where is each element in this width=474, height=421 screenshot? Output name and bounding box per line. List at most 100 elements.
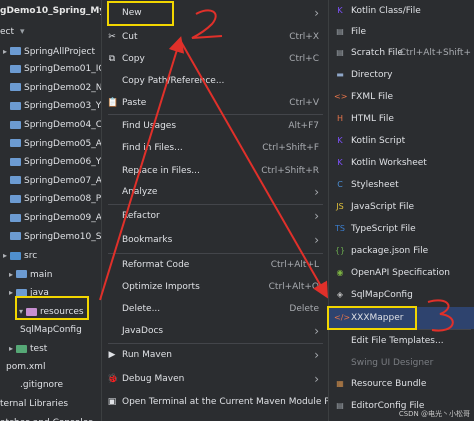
menu-item-bookmarks[interactable]: Bookmarks › — [102, 229, 329, 251]
submenu-item-kotlin-script[interactable]: K Kotlin Script — [329, 130, 474, 152]
folder-icon — [10, 47, 21, 56]
submenu-item-label: package.json File — [351, 246, 429, 256]
submenu-item-resource-bundle[interactable]: ▦ Resource Bundle — [329, 373, 474, 395]
submenu-item-label: Kotlin Class/File — [351, 6, 421, 16]
submenu-arrow-icon: › — [314, 185, 319, 199]
menu-item-label: Optimize Imports — [122, 282, 200, 292]
menu-item-find-in-files[interactable]: Find in Files... Ctrl+Shift+F — [102, 137, 329, 159]
menu-item-label: Find in Files... — [122, 143, 183, 153]
tree-item-label: atches and Consoles — [0, 418, 93, 421]
menu-item-icon: 🐞 — [107, 374, 119, 384]
menu-item-icon: ▶ — [108, 350, 116, 360]
menu-item-find-usages[interactable]: Find Usages Alt+F7 — [102, 115, 329, 137]
tree-item-label: ect — [0, 27, 15, 37]
menu-item-label: Delete... — [122, 304, 161, 314]
submenu-arrow-icon: › — [314, 233, 319, 247]
tree-item-label: SpringDemo01_IOC_SE — [24, 64, 104, 75]
menu-item-shortcut: Ctrl+Alt+O — [268, 282, 319, 292]
menu-item-debug-maven[interactable]: 🐞 Debug Maven › — [102, 368, 329, 390]
submenu-item-typescript-file[interactable]: TS TypeScript File — [329, 218, 474, 240]
menu-item-run-maven[interactable]: ▶ Run Maven › — [102, 344, 329, 366]
submenu-item-sqlmapconfig[interactable]: ◈ SqlMapConfig — [329, 284, 474, 306]
menu-item-cut[interactable]: ✂ Cut Ctrl+X — [102, 26, 329, 48]
menu-item-shortcut: Ctrl+Alt+L — [270, 260, 319, 270]
menu-item-icon: ✂ — [108, 32, 116, 42]
menu-item-icon: 📋 — [107, 98, 119, 108]
folder-icon — [10, 232, 21, 241]
menu-item-refactor[interactable]: Refactor › — [102, 205, 329, 227]
file-type-icon: ◈ — [336, 290, 344, 299]
tree-item-label: SpringDemo08_ProtoSt — [24, 194, 104, 205]
submenu-item-javascript-file[interactable]: JS JavaScript File — [329, 196, 474, 218]
menu-item-label: Run Maven — [122, 350, 172, 360]
menu-item-delete[interactable]: Delete... Delete — [102, 298, 329, 320]
submenu-arrow-icon: › — [314, 209, 319, 223]
menu-item-label: Open Terminal at the Current Maven Modul… — [122, 397, 345, 407]
tree-item[interactable]: atches and Consoles — [0, 413, 93, 421]
submenu-item-fxml-file[interactable]: <> FXML File — [329, 86, 474, 108]
menu-item-label: Reformat Code — [122, 260, 190, 270]
menu-item-shortcut: Ctrl+Shift+F — [262, 143, 319, 153]
tree-item-label: SpringDemo10_Spring_ — [24, 231, 104, 242]
menu-item-copy-path-reference[interactable]: Copy Path/Reference... — [102, 70, 329, 92]
folder-icon — [10, 194, 21, 203]
file-type-icon: TS — [335, 224, 345, 233]
menu-item-label: Find Usages — [122, 121, 177, 131]
menu-item-copy[interactable]: ⧉ Copy Ctrl+C — [102, 48, 329, 70]
project-title: gDemo10_Spring_Mybat — [0, 6, 104, 16]
submenu-item-label: File — [351, 27, 367, 37]
menu-separator — [108, 114, 323, 115]
folder-icon — [16, 270, 27, 279]
menu-item-open-terminal-at-the-current-maven-module-path[interactable]: ▣ Open Terminal at the Current Maven Modu… — [102, 391, 344, 413]
file-type-icon: H — [336, 114, 343, 123]
submenu-item-kotlin-worksheet[interactable]: K Kotlin Worksheet — [329, 152, 474, 174]
submenu-item-label: HTML File — [351, 114, 394, 124]
submenu-item-package-json-file[interactable]: {} package.json File — [329, 240, 474, 262]
submenu-item-directory[interactable]: ▬ Directory — [329, 64, 474, 86]
menu-separator — [108, 343, 323, 344]
submenu-item-label: JavaScript File — [351, 202, 415, 212]
menu-item-replace-in-files[interactable]: Replace in Files... Ctrl+Shift+R — [102, 160, 329, 182]
file-type-icon: ▦ — [336, 379, 344, 388]
menu-item-shortcut: Ctrl+V — [289, 98, 319, 108]
submenu-item-label: Directory — [351, 70, 393, 80]
menu-item-label: Analyze — [122, 187, 158, 197]
tree-item-label: SpringDemo04_Constru — [24, 120, 104, 130]
submenu-item-kotlin-class-file[interactable]: K Kotlin Class/File — [329, 0, 474, 22]
folder-icon — [10, 139, 21, 148]
submenu-item-edit-file-templates[interactable]: Edit File Templates... — [329, 330, 474, 352]
menu-separator — [108, 253, 323, 254]
folder-icon — [16, 344, 27, 353]
submenu-arrow-icon: › — [314, 324, 319, 338]
folder-icon — [10, 157, 21, 166]
file-type-icon: K — [337, 158, 343, 167]
submenu-item-html-file[interactable]: H HTML File — [329, 108, 474, 130]
folder-icon — [10, 64, 21, 73]
file-type-icon: ▤ — [336, 27, 344, 36]
submenu-item-label: FXML File — [351, 92, 394, 102]
submenu-item-label: Kotlin Worksheet — [351, 158, 427, 168]
menu-item-optimize-imports[interactable]: Optimize Imports Ctrl+Alt+O — [102, 276, 329, 298]
folder-icon — [10, 101, 21, 110]
submenu-item-label: Kotlin Script — [351, 136, 406, 146]
submenu-item-label: Stylesheet — [351, 180, 399, 190]
file-type-icon: ▤ — [336, 401, 344, 410]
folder-icon — [10, 251, 21, 260]
tree-item-label: SpringDemo02_NOT_IO — [24, 82, 104, 93]
menu-item-shortcut: Alt+F7 — [288, 121, 319, 131]
menu-item-icon: ▣ — [107, 397, 117, 407]
menu-item-javadocs[interactable]: JavaDocs › — [102, 320, 329, 342]
tree-item-label: SpringDemo09_AspectJ — [24, 213, 104, 223]
new-submenu: K Kotlin Class/File ▤ File ▤ Scratch File Ctrl… — [328, 0, 474, 421]
submenu-item-stylesheet[interactable]: C Stylesheet — [329, 174, 474, 196]
file-type-icon: <> — [334, 92, 348, 101]
menu-item-analyze[interactable]: Analyze › — [102, 181, 329, 203]
menu-item-reformat-code[interactable]: Reformat Code Ctrl+Alt+L — [102, 254, 329, 276]
context-menu: New › ✂ Cut Ctrl+X ⧉ Copy Ctrl+C Copy Path/Refer… — [101, 0, 344, 421]
submenu-item-scratch-file[interactable]: ▤ Scratch File Ctrl+Alt+Shift+ — [329, 42, 474, 64]
menu-item-paste[interactable]: 📋 Paste Ctrl+V — [102, 92, 329, 114]
file-type-icon: ▬ — [336, 70, 344, 79]
submenu-item-openapi-specification[interactable]: ◉ OpenAPI Specification — [329, 262, 474, 284]
menu-separator — [108, 204, 323, 205]
submenu-item-file[interactable]: ▤ File — [329, 21, 474, 43]
